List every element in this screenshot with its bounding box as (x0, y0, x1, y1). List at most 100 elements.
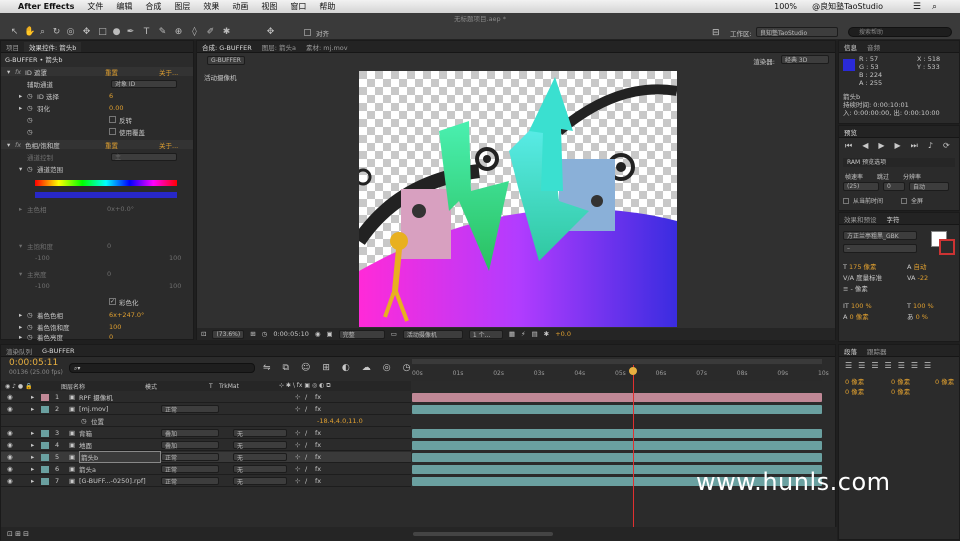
exposure-value[interactable]: +0.0 (555, 330, 571, 338)
expand-triangle-icon[interactable]: ▸ (19, 205, 27, 213)
feather-value[interactable]: 0.00 (109, 104, 123, 112)
master-hue-value[interactable]: 0x+0.0° (107, 205, 134, 213)
hand-tool-icon[interactable]: ✋ (24, 28, 35, 37)
frame-rate-select[interactable]: (25) (843, 182, 879, 191)
time-ruler[interactable]: 00s 01s 02s 03s 04s 05s 06s 07s 08s 09s 10s (412, 365, 829, 381)
fx-switch-icon[interactable]: fx (315, 441, 325, 449)
justify-all-icon[interactable]: ☰ (924, 361, 931, 370)
eye-icon[interactable]: ◉ (1, 441, 31, 449)
pen-tool-icon[interactable]: ✒ (126, 28, 135, 37)
shy-switch-icon[interactable]: ⊹ (295, 405, 305, 413)
layer-name[interactable]: 背箱 (79, 428, 161, 438)
expand-triangle-icon[interactable]: ▸ (19, 323, 27, 331)
fx-switch-icon[interactable]: fx (315, 477, 325, 485)
layer-row[interactable]: ◉ ▸ 5 ▣ 箭头b 正常 无 ⊹ / fx (1, 451, 411, 463)
workspace-select[interactable]: 良知塾TaoStudio (756, 27, 838, 37)
tab-footage[interactable]: 素材: mj.mov (301, 42, 353, 52)
leading-value[interactable]: 自动 (914, 263, 927, 271)
blend-mode-select[interactable]: 正常 (161, 465, 219, 474)
views-select[interactable]: 1 个... (468, 329, 503, 339)
stopwatch-icon[interactable]: ◷ (27, 165, 37, 173)
search-icon[interactable]: ⌕ (932, 2, 937, 12)
layer-name[interactable]: [G-BUFF...-0250].rpf] (79, 477, 161, 485)
label-color-swatch[interactable] (41, 465, 49, 473)
layer-name[interactable]: [mj.mov] (79, 405, 161, 413)
eye-icon[interactable]: ◉ (1, 405, 31, 413)
loop-icon[interactable]: ⟳ (943, 141, 950, 151)
toggle-switches-icon[interactable]: ⊡ ⊞ ⊟ (7, 530, 29, 538)
layer-duration-bar[interactable] (412, 393, 822, 402)
layer-name[interactable]: 地面 (79, 440, 161, 450)
tab-info[interactable]: 信息 (839, 42, 862, 52)
reset-button[interactable]: 重置 (105, 140, 159, 150)
eraser-tool-icon[interactable]: ◊ (190, 28, 199, 37)
axis-icon[interactable]: ✥ (266, 28, 275, 37)
tab-tracker[interactable]: 跟踪器 (862, 346, 892, 356)
first-line-indent-value[interactable]: 0 像素 (935, 377, 954, 387)
kerning-value[interactable]: 度量标准 (856, 274, 882, 282)
shy-switch-icon[interactable]: ⊹ (295, 477, 305, 485)
align-checkbox[interactable] (304, 29, 311, 36)
shy-switch-icon[interactable]: ⊹ (295, 429, 305, 437)
brainstorm-icon[interactable]: ☁ (362, 363, 371, 373)
blend-mode-select[interactable]: 叠加 (161, 429, 219, 438)
expand-triangle-icon[interactable]: ▸ (31, 453, 41, 461)
justify-left-icon[interactable]: ☰ (885, 361, 892, 370)
label-color-swatch[interactable] (41, 453, 49, 461)
fx-switch-icon[interactable]: fx (315, 405, 325, 413)
expand-triangle-icon[interactable]: ▸ (31, 465, 41, 473)
from-current-checkbox[interactable] (843, 197, 849, 204)
id-select-value[interactable]: 6 (109, 92, 113, 100)
quality-switch-icon[interactable]: / (305, 477, 315, 485)
next-frame-icon[interactable]: ▶ (895, 141, 901, 151)
label-color-swatch[interactable] (41, 393, 49, 401)
tab-g-buffer[interactable]: G-BUFFER (37, 347, 79, 355)
snapshot-icon[interactable]: ◉ (315, 330, 321, 338)
app-menu[interactable]: After Effects (18, 2, 74, 11)
shy-icon[interactable]: ☺ (301, 363, 310, 373)
stopwatch-icon[interactable]: ◷ (27, 116, 37, 124)
ram-preview-options[interactable]: RAM 预览选项 (843, 158, 955, 167)
camera-select[interactable]: 活动摄像机 (402, 329, 463, 339)
stopwatch-icon[interactable]: ◷ (81, 417, 91, 425)
eye-icon[interactable]: ◉ (1, 477, 31, 485)
stopwatch-icon[interactable]: ◷ (27, 311, 37, 319)
track-matte-select[interactable]: 无 (233, 465, 287, 474)
prev-frame-icon[interactable]: ◀ (862, 141, 868, 151)
playhead[interactable] (632, 365, 634, 541)
tab-effects-presets[interactable]: 效果和预设 (839, 214, 882, 224)
flowchart-icon[interactable]: ✱ (544, 330, 549, 338)
effect-row-id-matte[interactable]: ▾ fx ID 遮罩 重置 关于... (1, 67, 193, 77)
comp-mini-flowchart-icon[interactable]: ⇋ (263, 363, 271, 373)
aux-channel-select[interactable]: 对象 ID (111, 79, 177, 88)
tab-character[interactable]: 字符 (882, 214, 905, 224)
tab-layer[interactable]: 图层: 箭头a (257, 42, 301, 52)
color-icon[interactable]: ▣ (327, 330, 333, 338)
pan-behind-tool-icon[interactable]: ✥ (82, 28, 91, 37)
shy-switch-icon[interactable]: ⊹ (295, 453, 305, 461)
indent-left-value[interactable]: 0 像素 (845, 377, 864, 387)
skip-select[interactable]: 0 (883, 182, 905, 191)
type-tool-icon[interactable]: T (142, 28, 151, 37)
tab-effect-controls[interactable]: 效果控件: 箭头b (24, 41, 82, 52)
blend-mode-select[interactable]: 正常 (161, 477, 219, 486)
blend-mode-select[interactable]: 叠加 (161, 441, 219, 450)
layer-row[interactable]: ◉ ▸ 1 ▣ RPF 摄像机 ⊹ / fx (1, 392, 411, 403)
zoom-tool-icon[interactable]: ⌕ (38, 28, 47, 37)
menu-effect[interactable]: 效果 (203, 1, 219, 12)
expand-triangle-icon[interactable]: ▸ (19, 104, 27, 112)
layer-row[interactable]: ◉ ▸ 2 ▣ [mj.mov] 正常 ⊹ / fx (1, 404, 411, 415)
fx-icon[interactable]: fx (15, 141, 25, 149)
quality-switch-icon[interactable]: / (305, 441, 315, 449)
auto-keyframe-icon[interactable]: ◷ (403, 363, 411, 373)
indent-right-value[interactable]: 0 像素 (891, 377, 910, 387)
layer-row[interactable]: ◉ ▸ 3 ▣ 背箱 叠加 无 ⊹ / fx (1, 428, 411, 439)
layer-search-input[interactable]: ⌕▾ (69, 363, 255, 373)
justify-right-icon[interactable]: ☰ (911, 361, 918, 370)
brush-tool-icon[interactable]: ✎ (158, 28, 167, 37)
quality-select[interactable]: 完整 (338, 329, 385, 339)
tab-preview[interactable]: 预览 (839, 127, 862, 137)
shy-switch-icon[interactable]: ⊹ (295, 441, 305, 449)
roto-tool-icon[interactable]: ✐ (206, 28, 215, 37)
menu-view[interactable]: 视图 (261, 1, 277, 12)
